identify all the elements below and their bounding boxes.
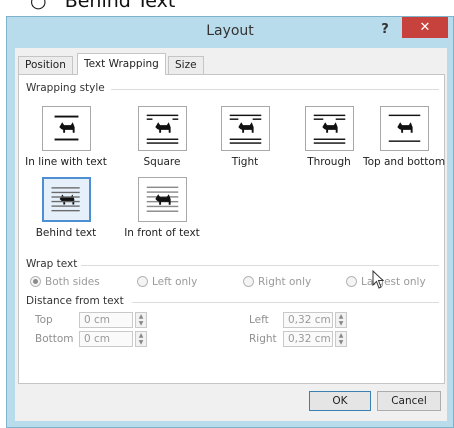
wrap-option-tight[interactable]: Tight bbox=[200, 106, 290, 168]
distance-right-spinner[interactable]: ▲ ▼ bbox=[335, 331, 347, 347]
radio-label: Right only bbox=[258, 275, 312, 288]
wrap-through-icon bbox=[304, 106, 354, 151]
distance-right-input[interactable]: 0,32 cm bbox=[283, 331, 333, 347]
title-bar[interactable]: Layout ? ✕ bbox=[7, 17, 453, 48]
distance-left-input[interactable]: 0,32 cm bbox=[283, 312, 333, 328]
wrap-option-in-front[interactable]: In front of text bbox=[117, 177, 207, 239]
wrap-option-square[interactable]: Square bbox=[117, 106, 207, 168]
radio-indicator bbox=[137, 276, 148, 287]
radio-label: Both sides bbox=[45, 275, 100, 288]
section-divider bbox=[81, 265, 439, 266]
radio-left-only[interactable]: Left only bbox=[137, 274, 197, 290]
document-text: ○ Behind Text bbox=[30, 0, 176, 12]
section-divider bbox=[132, 302, 439, 303]
distance-left-label: Left bbox=[249, 314, 269, 326]
radio-indicator bbox=[243, 276, 254, 287]
radio-label: Left only bbox=[152, 275, 198, 288]
section-divider bbox=[111, 89, 439, 90]
distance-heading: Distance from text bbox=[26, 295, 124, 307]
wrapping-style-heading: Wrapping style bbox=[26, 82, 105, 94]
wrap-option-top-bottom[interactable]: Top and bottom bbox=[359, 106, 449, 168]
distance-right-label: Right bbox=[249, 333, 277, 345]
distance-top-label: Top bbox=[35, 314, 53, 326]
wrap-top-bottom-icon bbox=[379, 106, 429, 151]
cancel-button[interactable]: Cancel bbox=[377, 391, 441, 411]
wrap-option-label: Behind text bbox=[35, 227, 97, 239]
wrap-tight-icon bbox=[220, 106, 270, 151]
ok-button[interactable]: OK bbox=[309, 391, 371, 411]
distance-bottom-spinner[interactable]: ▲ ▼ bbox=[135, 331, 147, 347]
radio-indicator bbox=[346, 276, 357, 287]
wrap-option-behind-text[interactable]: Behind text bbox=[21, 177, 111, 239]
text-wrapping-panel: Wrapping style In line with text Square … bbox=[18, 74, 445, 384]
wrap-option-label: Top and bottom bbox=[362, 156, 446, 168]
wrap-behind-text-icon bbox=[41, 177, 91, 222]
radio-indicator bbox=[30, 276, 41, 287]
tab-position[interactable]: Position bbox=[18, 56, 73, 74]
dialog-client: Position Text Wrapping Size Wrapping sty… bbox=[15, 48, 447, 421]
radio-label: Largest only bbox=[361, 275, 426, 288]
wrap-option-inline[interactable]: In line with text bbox=[21, 106, 111, 168]
radio-right-only[interactable]: Right only bbox=[243, 274, 311, 290]
tab-size[interactable]: Size bbox=[168, 56, 204, 74]
wrap-inline-icon bbox=[41, 106, 91, 151]
wrap-in-front-icon bbox=[137, 177, 187, 222]
wrap-option-label: In line with text bbox=[25, 156, 107, 168]
distance-top-spinner[interactable]: ▲ ▼ bbox=[135, 312, 147, 328]
radio-both-sides[interactable]: Both sides bbox=[30, 274, 100, 290]
wrap-square-icon bbox=[137, 106, 187, 151]
distance-bottom-label: Bottom bbox=[35, 333, 74, 345]
mouse-pointer-icon bbox=[372, 270, 385, 289]
wrap-text-heading: Wrap text bbox=[26, 258, 78, 270]
distance-top-input[interactable]: 0 cm bbox=[79, 312, 133, 328]
distance-bottom-input[interactable]: 0 cm bbox=[79, 331, 133, 347]
wrap-option-label: In front of text bbox=[124, 227, 200, 239]
wrap-option-label: Tight bbox=[231, 156, 259, 168]
close-button[interactable]: ✕ bbox=[402, 17, 448, 38]
wrap-option-label: Square bbox=[143, 156, 181, 168]
layout-dialog: Layout ? ✕ Position Text Wrapping Size W… bbox=[6, 16, 454, 428]
tab-text-wrapping[interactable]: Text Wrapping bbox=[77, 53, 166, 75]
distance-left-spinner[interactable]: ▲ ▼ bbox=[335, 312, 347, 328]
help-button[interactable]: ? bbox=[376, 20, 394, 40]
